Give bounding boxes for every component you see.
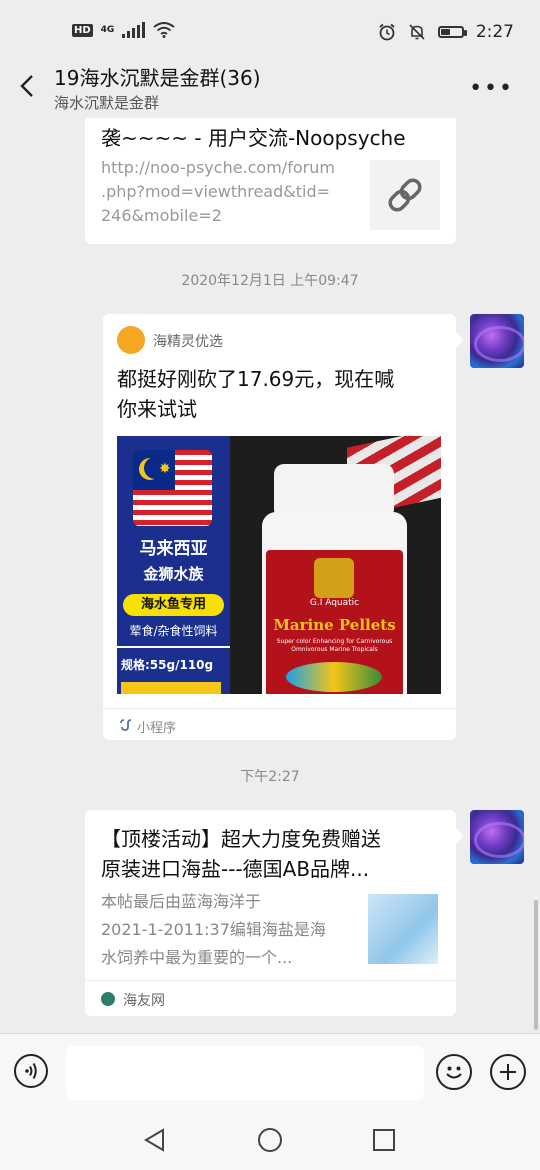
link-icon (388, 178, 422, 212)
more-icon[interactable]: ••• (469, 76, 514, 101)
triangle-back-icon[interactable] (142, 1127, 168, 1153)
link-title: 袭~~~~ - 用户交流-Noopsyche (101, 126, 406, 150)
mini-program-label: 小程序 (137, 721, 177, 736)
brand-line: 马来西亚 (139, 539, 208, 559)
plus-sign (500, 1064, 516, 1080)
malaysia-flag-icon: ✸ (133, 450, 212, 526)
square-recent-icon[interactable] (372, 1128, 396, 1152)
fish-graphic (286, 662, 382, 692)
link-description: 本帖最后由蓝海海洋于 2021-1-2011:37编辑海盐是海 水饲养中最为重要… (101, 888, 326, 972)
desc-line: 本帖最后由蓝海海洋于 (101, 892, 262, 911)
bottle-label-text: Marine Pellets (273, 616, 396, 634)
link-card[interactable]: 袭~~~~ - 用户交流-Noopsyche http://noo-psyche… (85, 118, 456, 244)
input-bar (0, 1033, 540, 1112)
link-url: http://noo-psyche.com/forum .php?mod=vie… (101, 156, 335, 228)
timestamp: 2020年12月1日 上午09:47 (181, 273, 359, 289)
plus-icon[interactable] (490, 1054, 526, 1090)
link-title: 【顶楼活动】超大力度免费赠送 原装进口海盐---德国AB品牌... (101, 824, 381, 884)
chat-title: 19海水沉默是金群(36) (54, 66, 261, 90)
bubble-tail (456, 828, 464, 844)
bottle-label: G.I Aquatic Marine Pellets Super color E… (266, 550, 403, 694)
desc-line: 2021-1-2011:37编辑海盐是海 (101, 920, 326, 939)
wifi-icon (153, 22, 175, 38)
link-thumbnail (368, 894, 438, 964)
bottle-cap (274, 464, 394, 514)
yellow-strip (121, 682, 221, 694)
link-thumbnail (370, 160, 440, 230)
tag-badge: 海水鱼专用 (123, 594, 224, 616)
chat-subtitle: 海水沉默是金群 (54, 94, 160, 112)
signal-icon (122, 22, 146, 38)
scrollbar[interactable] (534, 900, 538, 1030)
product-left-panel: ✸ 马来西亚 金狮水族 海水鱼专用 荤食/杂食性饲料 规格:55g/110g (117, 436, 230, 694)
bottle-brand: G.I Aquatic (309, 598, 360, 608)
message-input[interactable] (66, 1046, 424, 1100)
mini-program-card[interactable]: 海精灵优选 都挺好刚砍了17.69元，现在喊 你来试试 ✸ 马来西亚 金狮水族 … (103, 314, 456, 740)
voice-icon[interactable] (14, 1054, 48, 1088)
status-right: 2:27 (378, 22, 514, 42)
chat-area[interactable]: 袭~~~~ - 用户交流-Noopsyche http://noo-psyche… (0, 118, 540, 1033)
mute-icon (409, 24, 425, 40)
card-divider (85, 980, 456, 981)
mini-program-source: 海精灵优选 (153, 334, 223, 350)
url-line: http://noo-psyche.com/forum (101, 158, 335, 177)
source-logo-icon (117, 326, 145, 354)
emoji-icon[interactable] (436, 1054, 472, 1090)
mini-program-icon (120, 719, 132, 731)
clock: 2:27 (475, 22, 514, 42)
chat-header: 19海水沉默是金群(36) 海水沉默是金群 ••• (0, 62, 540, 118)
battery-icon (437, 26, 467, 38)
title-line: 原装进口海盐---德国AB品牌... (101, 857, 370, 881)
title-line: 都挺好刚砍了17.69元，现在喊 (117, 367, 395, 391)
bottle-sub: Super color Enhancing for Carnivorous Om… (276, 638, 393, 653)
brand-line: 金狮水族 (143, 565, 204, 583)
title-line: 【顶楼活动】超大力度免费赠送 (101, 827, 381, 851)
link-card[interactable]: 【顶楼活动】超大力度免费赠送 原装进口海盐---德国AB品牌... 本帖最后由蓝… (85, 810, 456, 1016)
url-line: .php?mod=viewthread&tid= (101, 182, 331, 201)
brand-text: 马来西亚 金狮水族 (117, 536, 230, 586)
system-nav-bar (0, 1111, 540, 1170)
desc-line: 水饲养中最为重要的一个... (101, 948, 293, 967)
mini-program-title: 都挺好刚砍了17.69元，现在喊 你来试试 (117, 364, 447, 424)
chevron-left-icon[interactable] (14, 72, 42, 100)
voice-waves (25, 1062, 37, 1080)
feed-text: 荤食/杂食性饲料 (129, 624, 218, 638)
smile-face (446, 1066, 462, 1079)
bubble-tail (456, 332, 464, 348)
url-line: 246&mobile=2 (101, 206, 222, 225)
spec-text: 规格:55g/110g (121, 658, 214, 672)
source-logo-icon (101, 992, 115, 1006)
card-divider (103, 708, 456, 709)
title-line: 你来试试 (117, 397, 197, 421)
hd-badge: HD (72, 23, 93, 37)
status-left: HD 4G (72, 22, 175, 38)
divider (117, 646, 230, 648)
status-bar: HD 4G 2:27 (0, 0, 540, 62)
circle-home-icon[interactable] (257, 1127, 283, 1153)
link-source: 海友网 (123, 993, 165, 1009)
avatar[interactable] (470, 810, 524, 864)
network-type: 4G (100, 25, 115, 35)
crest-icon (314, 558, 354, 598)
timestamp: 下午2:27 (240, 769, 300, 785)
alarm-icon (379, 23, 395, 41)
product-image: ✸ 马来西亚 金狮水族 海水鱼专用 荤食/杂食性饲料 规格:55g/110g G… (117, 436, 441, 694)
battery-fill (440, 29, 450, 35)
avatar[interactable] (470, 314, 524, 368)
bottle: G.I Aquatic Marine Pellets Super color E… (262, 464, 407, 694)
